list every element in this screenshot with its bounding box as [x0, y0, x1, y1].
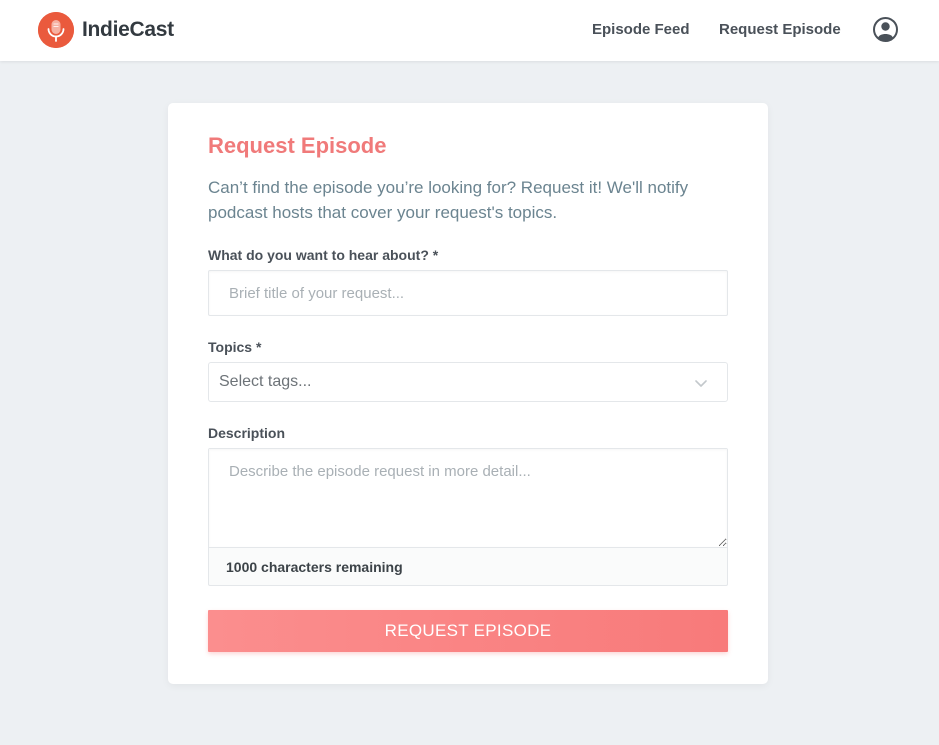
- top-navbar: IndieCast Episode Feed Request Episode: [0, 0, 939, 61]
- title-field-label: What do you want to hear about? *: [208, 247, 439, 263]
- request-episode-card: Request Episode Can’t find the episode y…: [168, 103, 768, 684]
- nav-episode-feed[interactable]: Episode Feed: [592, 21, 690, 38]
- brand-name: IndieCast: [82, 18, 174, 41]
- user-icon[interactable]: [873, 17, 898, 42]
- topics-select-value: Select tags...: [219, 373, 312, 390]
- description-box: 1000 characters remaining: [208, 448, 728, 586]
- chevron-down-icon: [693, 375, 709, 391]
- topics-field-label: Topics *: [208, 339, 262, 355]
- description-field-label: Description: [208, 425, 286, 441]
- topics-select[interactable]: Select tags...: [208, 362, 728, 402]
- request-title-input[interactable]: [208, 270, 728, 316]
- intro-text: Can’t find the episode you’re looking fo…: [208, 178, 689, 222]
- brand[interactable]: IndieCast: [38, 12, 174, 48]
- request-episode-button[interactable]: REQUEST EPISODE: [208, 610, 728, 652]
- page-title: Request Episode: [208, 133, 387, 158]
- description-textarea[interactable]: [209, 449, 727, 548]
- character-counter: 1000 characters remaining: [226, 559, 403, 575]
- nav-request-episode[interactable]: Request Episode: [719, 21, 841, 38]
- microphone-icon: [38, 12, 74, 48]
